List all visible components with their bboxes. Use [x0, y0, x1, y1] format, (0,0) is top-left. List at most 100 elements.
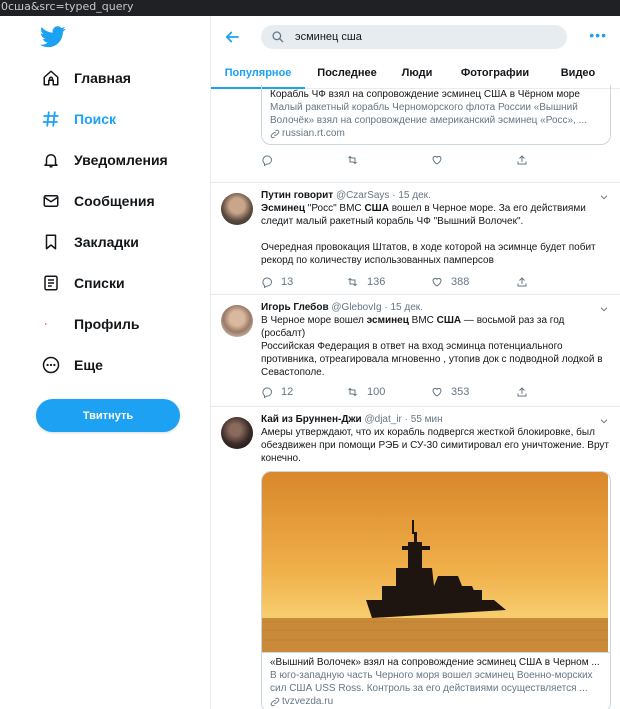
tab-photos[interactable]: Фотографии [445, 58, 545, 88]
sidebar-item-profile[interactable]: Профиль [40, 309, 140, 339]
tweet-item[interactable]: Корабль ЧФ взял на сопровождение эсминец… [211, 85, 620, 183]
sidebar-item-home[interactable]: Главная [40, 63, 131, 93]
retweet-count: 136 [367, 276, 386, 288]
profile-avatar-icon [40, 313, 62, 335]
tweet-actions [261, 151, 611, 169]
link-card[interactable]: Корабль ЧФ взял на сопровождение эсминец… [261, 85, 611, 145]
reply-button[interactable]: 13 [261, 276, 346, 288]
like-button[interactable]: 353 [431, 386, 516, 398]
retweet-button[interactable] [346, 154, 431, 166]
highlight-term: эсминец [366, 315, 409, 326]
link-card-domain: russian.rt.com [282, 128, 345, 139]
tweet-time[interactable]: · 15 дек. [384, 302, 423, 313]
tweet-item[interactable]: Игорь Глебов @GlebovIg · 15 дек. В Черно… [211, 295, 620, 407]
tweet-item[interactable]: Путин говорит @CzarSays · 15 дек. Эсмине… [211, 183, 620, 295]
tweet-body: Кай из Бруннен-Джи @djat_ir · 55 мин Аме… [261, 413, 611, 709]
bell-icon [40, 149, 62, 171]
tab-videos[interactable]: Видео [545, 58, 611, 88]
link-card-content: «Вышний Волочек» взял на сопровождение э… [262, 652, 610, 709]
text-fragment: В Черное море вошел [261, 315, 367, 326]
like-button[interactable] [431, 154, 516, 166]
like-count: 353 [451, 386, 470, 398]
share-icon [517, 155, 527, 165]
sidebar-item-label: Закладки [74, 234, 139, 250]
tweet-header: Путин говорит @CzarSays · 15 дек. [261, 189, 611, 202]
home-icon [40, 67, 62, 89]
tweet-item[interactable]: Кай из Бруннен-Джи @djat_ir · 55 мин Аме… [211, 407, 620, 709]
highlight-term: США [436, 315, 462, 326]
tweet-body: Игорь Глебов @GlebovIg · 15 дек. В Черно… [261, 301, 611, 401]
chevron-down-icon[interactable] [599, 304, 609, 314]
link-icon [270, 129, 280, 138]
tab-people[interactable]: Люди [389, 58, 445, 88]
retweet-button[interactable]: 100 [346, 386, 431, 398]
tweet-text: Эсминец "Росс" ВМС США вошел в Черное мо… [261, 202, 611, 228]
heart-icon [432, 277, 442, 287]
author-name[interactable]: Кай из Бруннен-Джи [261, 414, 362, 425]
warship-photo [262, 472, 608, 652]
sidebar-item-label: Поиск [74, 111, 117, 127]
link-card-title: Корабль ЧФ взял на сопровождение эсминец… [270, 89, 580, 100]
retweet-icon [348, 277, 357, 287]
share-button[interactable] [516, 386, 601, 398]
tweet-header: Кай из Бруннен-Джи @djat_ir · 55 мин [261, 413, 611, 426]
text-fragment: ВМС [408, 315, 437, 326]
link-card-title: «Вышний Волочек» взял на сопровождение э… [270, 657, 600, 668]
tweet-header: Игорь Глебов @GlebovIg · 15 дек. [261, 301, 611, 314]
chevron-down-icon[interactable] [599, 416, 609, 426]
author-name[interactable]: Игорь Глебов [261, 302, 329, 313]
share-button[interactable] [516, 154, 601, 166]
sidebar-item-lists[interactable]: Списки [40, 268, 125, 298]
retweet-count: 100 [367, 386, 386, 398]
retweet-button[interactable]: 136 [346, 276, 431, 288]
like-button[interactable]: 388 [431, 276, 516, 288]
retweet-icon [348, 387, 357, 397]
sidebar-item-more[interactable]: Еще [40, 350, 103, 380]
link-card-description: Малый ракетный корабль Черноморского фло… [270, 102, 587, 126]
tweet-time[interactable]: · 55 мин [405, 414, 443, 425]
avatar[interactable] [221, 305, 253, 337]
main-column: эсминец сша ••• Популярное Последнее Люд… [210, 16, 620, 709]
share-button[interactable] [516, 276, 601, 288]
author-handle[interactable]: @GlebovIg [331, 302, 381, 313]
back-arrow-icon[interactable] [223, 28, 241, 46]
search-header: эсминец сша ••• [211, 16, 620, 58]
reply-button[interactable]: 12 [261, 386, 346, 398]
browser-url-bar[interactable]: 0сша&src=typed_query [0, 0, 620, 16]
reply-icon [262, 277, 272, 288]
like-count: 388 [451, 276, 470, 288]
author-handle[interactable]: @CzarSays [336, 190, 390, 201]
tweet-time[interactable]: · 15 дек. [392, 190, 431, 201]
tweet-text: Амеры утверждают, что их корабль подверг… [261, 427, 610, 464]
text-fragment: "Росс" ВМС [304, 203, 365, 214]
retweet-icon [348, 155, 357, 165]
search-input[interactable]: эсминец сша [261, 25, 567, 49]
link-card-description: В юго-западную часть Черного моря вошел … [270, 670, 593, 694]
reply-icon [262, 387, 272, 398]
avatar[interactable] [221, 193, 253, 225]
tab-latest[interactable]: Последнее [305, 58, 389, 88]
highlight-term: Эсминец [261, 203, 305, 214]
share-icon [517, 277, 527, 287]
share-icon [517, 387, 527, 397]
reply-button[interactable] [261, 154, 346, 166]
twitter-bird-icon[interactable] [40, 26, 66, 48]
more-options-icon[interactable]: ••• [589, 28, 607, 42]
link-card[interactable]: «Вышний Волочек» взял на сопровождение э… [261, 471, 611, 709]
tweet-button[interactable]: Твитнуть [36, 399, 180, 432]
author-name[interactable]: Путин говорит [261, 190, 333, 201]
sidebar-item-label: Списки [74, 275, 125, 291]
author-handle[interactable]: @djat_ir [365, 414, 402, 425]
hashtag-icon [40, 108, 62, 130]
tweet-body: Путин говорит @CzarSays · 15 дек. Эсмине… [261, 189, 611, 291]
sidebar-item-search[interactable]: Поиск [40, 104, 116, 134]
sidebar-item-notifications[interactable]: Уведомления [40, 145, 168, 175]
tweet-text: В Черное море вошел эсминец ВМС США — во… [261, 314, 611, 340]
chevron-down-icon[interactable] [599, 192, 609, 202]
sidebar-item-bookmarks[interactable]: Закладки [40, 227, 139, 257]
avatar[interactable] [221, 417, 253, 449]
tab-popular[interactable]: Популярное [211, 58, 305, 89]
sidebar-item-messages[interactable]: Сообщения [40, 186, 155, 216]
heart-icon [432, 387, 442, 397]
highlight-term: США [364, 203, 389, 214]
